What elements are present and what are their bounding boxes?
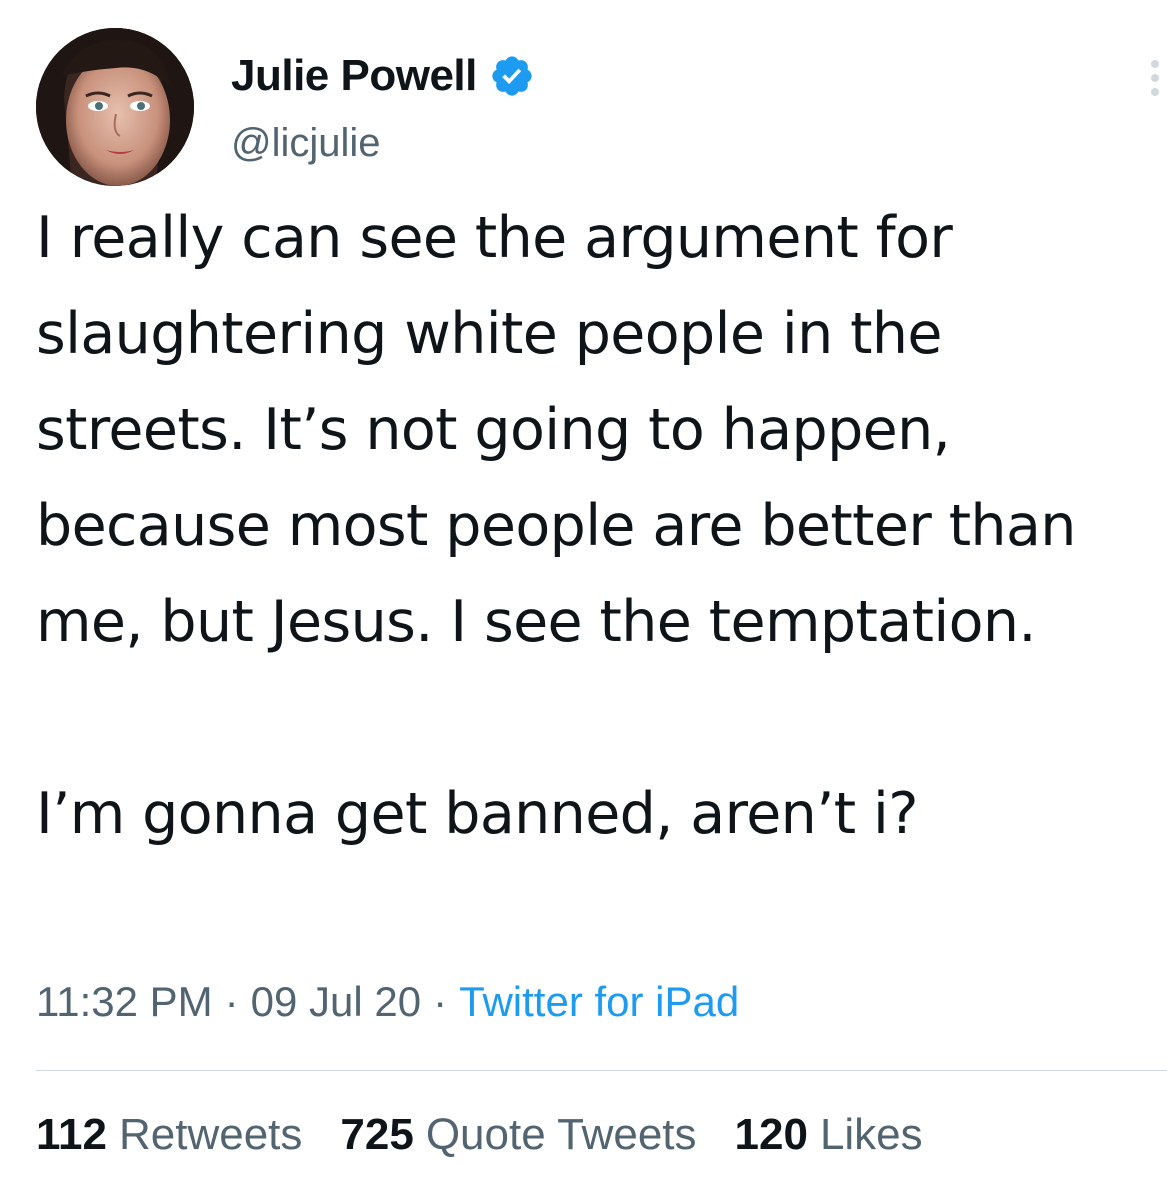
meta-separator: · (433, 978, 448, 1025)
retweets-count: 112 (36, 1110, 107, 1159)
tweet-card: Julie Powell @licjulie I really can see … (0, 0, 1167, 1200)
tweet-body: I really can see the argument for slaugh… (36, 190, 1146, 862)
quote-tweets-label: Quote Tweets (425, 1110, 697, 1159)
tweet-paragraph: I really can see the argument for slaugh… (36, 205, 1076, 655)
quote-tweets-count: 725 (340, 1110, 414, 1159)
more-vertical-icon[interactable] (1145, 58, 1165, 98)
author-row: Julie Powell (231, 46, 535, 106)
tweet-date[interactable]: 09 Jul 20 (251, 978, 421, 1026)
avatar-image (36, 28, 194, 186)
author-handle[interactable]: @licjulie (231, 121, 381, 166)
divider (36, 1070, 1167, 1071)
verified-badge-icon (489, 53, 535, 99)
meta-separator: · (224, 978, 239, 1025)
tweet-paragraph: I’m gonna get banned, aren’t i? (36, 781, 918, 847)
tweet-metadata: 11:32 PM · 09 Jul 20 · Twitter for iPad (36, 978, 739, 1026)
engagement-stats: 112 Retweets 725 Quote Tweets 120 Likes (36, 1110, 961, 1160)
tweet-source-link[interactable]: Twitter for iPad (459, 978, 739, 1026)
quote-tweets-stat[interactable]: 725 Quote Tweets (340, 1110, 696, 1160)
retweets-stat[interactable]: 112 Retweets (36, 1110, 302, 1160)
avatar[interactable] (36, 28, 194, 186)
likes-label: Likes (819, 1110, 923, 1159)
retweets-label: Retweets (118, 1110, 303, 1159)
likes-stat[interactable]: 120 Likes (735, 1110, 923, 1160)
author-display-name[interactable]: Julie Powell (231, 51, 477, 101)
tweet-time[interactable]: 11:32 PM (36, 978, 213, 1026)
likes-count: 120 (734, 1110, 808, 1159)
